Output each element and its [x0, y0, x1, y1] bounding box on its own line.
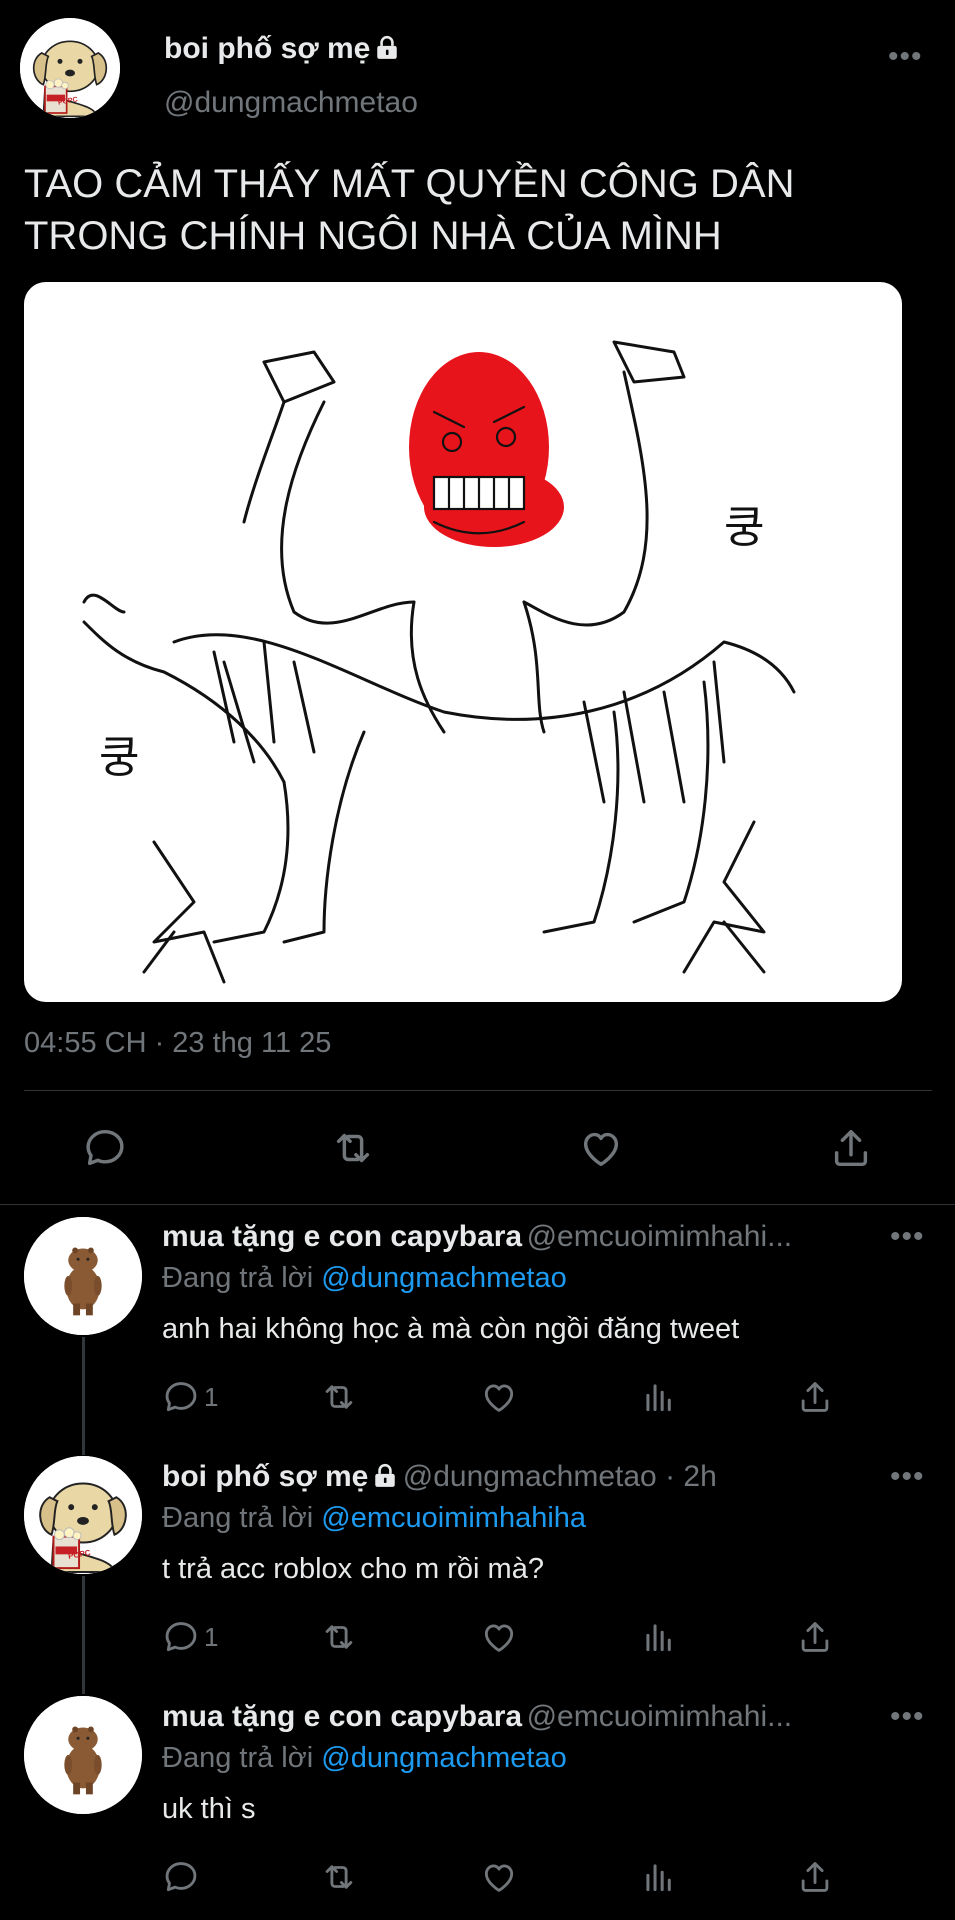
- views-icon: [640, 1858, 678, 1896]
- author-display-name[interactable]: boi phố sợ mẹ: [164, 32, 370, 65]
- share-button[interactable]: [796, 1378, 834, 1416]
- share-button[interactable]: [796, 1618, 834, 1656]
- retweet-button[interactable]: [320, 1378, 358, 1416]
- views-icon: [640, 1618, 678, 1656]
- lock-icon: [374, 35, 400, 61]
- image-text-2: 쿵: [99, 732, 139, 783]
- reply-text: uk thì s: [162, 1793, 256, 1825]
- more-icon[interactable]: •••: [890, 1700, 925, 1734]
- reply-display-name[interactable]: boi phố sợ mẹ: [162, 1460, 368, 1493]
- author-name-row: boi phố sợ mẹ: [164, 32, 400, 66]
- reply-display-name[interactable]: mua tặng e con capybara: [162, 1700, 522, 1733]
- share-icon: [796, 1378, 834, 1416]
- replying-label: Đang trả lời: [162, 1742, 314, 1774]
- share-button[interactable]: [828, 1125, 874, 1171]
- mention-link[interactable]: @dungmachmetao: [321, 1742, 566, 1774]
- reply-text: t trả acc roblox cho m rồi mà?: [162, 1553, 544, 1585]
- share-icon: [828, 1125, 874, 1171]
- share-icon: [796, 1618, 834, 1656]
- replying-to: Đang trả lời @dungmachmetao: [162, 1742, 567, 1775]
- more-icon[interactable]: •••: [888, 40, 923, 74]
- retweet-button[interactable]: [330, 1125, 376, 1171]
- reply-handle[interactable]: @dungmachmetao · 2h: [403, 1460, 717, 1493]
- tweet-image[interactable]: 쿵 쿵: [24, 282, 902, 1002]
- share-button[interactable]: [796, 1858, 834, 1896]
- like-icon: [480, 1858, 518, 1896]
- capybara-avatar-image: [24, 1217, 142, 1335]
- lock-icon: [372, 1463, 398, 1489]
- views-button[interactable]: [640, 1378, 678, 1416]
- like-button[interactable]: [480, 1858, 518, 1896]
- divider: [24, 1090, 932, 1091]
- reply-avatar[interactable]: POPC: [24, 1456, 142, 1574]
- replying-label: Đang trả lời: [162, 1262, 314, 1294]
- reply-display-name[interactable]: mua tặng e con capybara: [162, 1220, 522, 1253]
- retweet-button[interactable]: [320, 1618, 358, 1656]
- capybara-avatar-image: [24, 1696, 142, 1814]
- retweet-button[interactable]: [320, 1858, 358, 1896]
- tweet-timestamp[interactable]: 04:55 CH · 23 thg 11 25: [24, 1027, 331, 1060]
- reply-icon: [82, 1125, 128, 1171]
- more-icon[interactable]: •••: [890, 1460, 925, 1494]
- author-handle[interactable]: @dungmachmetao: [164, 86, 418, 120]
- divider: [0, 1204, 955, 1205]
- reply-header: boi phố sợ mẹ @dungmachmetao · 2h: [162, 1460, 717, 1494]
- reply-icon: [162, 1618, 200, 1656]
- author-avatar[interactable]: POPC: [20, 18, 120, 118]
- reply-button[interactable]: 1: [162, 1618, 218, 1656]
- mention-link[interactable]: @dungmachmetao: [321, 1262, 566, 1294]
- reply-handle[interactable]: @emcuoimimhahi...: [527, 1220, 793, 1253]
- reply-count: 1: [204, 1621, 219, 1652]
- retweet-icon: [330, 1125, 376, 1171]
- like-button[interactable]: [578, 1125, 624, 1171]
- reply-handle[interactable]: @emcuoimimhahi...: [527, 1700, 793, 1733]
- reply-count: 1: [204, 1381, 219, 1412]
- like-icon: [578, 1125, 624, 1171]
- reply-text: anh hai không học à mà còn ngồi đăng twe…: [162, 1313, 740, 1345]
- reply-avatar[interactable]: [24, 1696, 142, 1814]
- share-icon: [796, 1858, 834, 1896]
- like-icon: [480, 1378, 518, 1416]
- tweet-text: TAO CẢM THẤY MẤT QUYỀN CÔNG DÂN TRONG CH…: [24, 158, 794, 262]
- like-button[interactable]: [480, 1378, 518, 1416]
- views-icon: [640, 1378, 678, 1416]
- replying-label: Đang trả lời: [162, 1502, 314, 1534]
- more-icon[interactable]: •••: [890, 1220, 925, 1254]
- reply-avatar[interactable]: [24, 1217, 142, 1335]
- replying-to: Đang trả lời @dungmachmetao: [162, 1262, 567, 1295]
- reply-button[interactable]: [82, 1125, 128, 1171]
- thread-line: [82, 1576, 85, 1694]
- reply-icon: [162, 1858, 200, 1896]
- retweet-icon: [320, 1378, 358, 1416]
- tweet-text-line-1: TAO CẢM THẤY MẤT QUYỀN CÔNG DÂN: [24, 162, 795, 206]
- reply-header: mua tặng e con capybara @emcuoimimhahi..…: [162, 1220, 792, 1254]
- meme-drawing: 쿵 쿵: [82, 340, 796, 984]
- reply-button[interactable]: [162, 1858, 200, 1896]
- retweet-icon: [320, 1618, 358, 1656]
- views-button[interactable]: [640, 1618, 678, 1656]
- reply-button[interactable]: 1: [162, 1378, 218, 1416]
- reply-header: mua tặng e con capybara @emcuoimimhahi..…: [162, 1700, 792, 1734]
- views-button[interactable]: [640, 1858, 678, 1896]
- thread-line: [82, 1337, 85, 1455]
- tweet-text-line-2: TRONG CHÍNH NGÔI NHÀ CỦA MÌNH: [24, 214, 722, 258]
- replying-to: Đang trả lời @emcuoimimhahiha: [162, 1502, 586, 1535]
- mention-link[interactable]: @emcuoimimhahiha: [321, 1502, 586, 1534]
- retweet-icon: [320, 1858, 358, 1896]
- reply-icon: [162, 1378, 200, 1416]
- like-button[interactable]: [480, 1618, 518, 1656]
- image-text-1: 쿵: [724, 502, 764, 553]
- like-icon: [480, 1618, 518, 1656]
